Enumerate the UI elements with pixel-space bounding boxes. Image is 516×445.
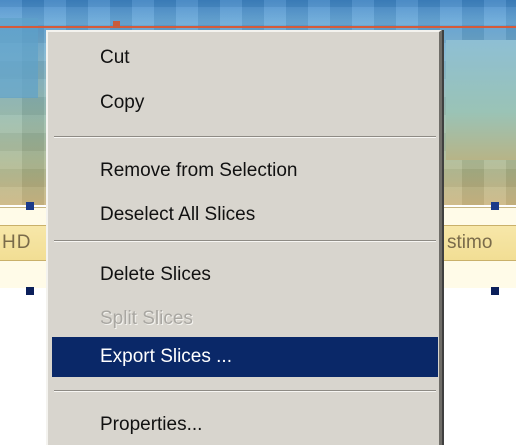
menu-separator bbox=[54, 136, 436, 138]
menu-item-export-slices[interactable]: Export Slices ... bbox=[52, 337, 438, 377]
slice-handle-top-center[interactable] bbox=[113, 21, 120, 28]
menu-separator bbox=[54, 390, 436, 392]
document-canvas: HD stimo Cut Copy Remove from Selection … bbox=[0, 0, 516, 445]
slice-handle-top-left[interactable] bbox=[26, 202, 34, 210]
menu-item-delete-slices[interactable]: Delete Slices bbox=[52, 258, 438, 292]
menu-item-label: Split Slices bbox=[100, 308, 193, 329]
menu-item-label: Deselect All Slices bbox=[100, 204, 256, 225]
menu-item-remove-from-selection[interactable]: Remove from Selection bbox=[52, 154, 438, 188]
band-text-left: HD bbox=[2, 232, 32, 253]
band-text-right: stimo bbox=[447, 232, 493, 253]
menu-item-split-slices[interactable]: Split Slices bbox=[52, 302, 438, 336]
slice-handle-bottom-left[interactable] bbox=[26, 287, 34, 295]
design-right-panel bbox=[446, 40, 516, 160]
menu-item-label: Delete Slices bbox=[100, 264, 211, 285]
context-menu: Cut Copy Remove from Selection Deselect … bbox=[46, 30, 442, 445]
menu-item-cut[interactable]: Cut bbox=[52, 41, 438, 75]
slice-handle-bottom-right[interactable] bbox=[491, 287, 499, 295]
menu-item-label: Copy bbox=[100, 92, 145, 113]
menu-item-copy[interactable]: Copy bbox=[52, 86, 438, 120]
menu-item-label: Properties... bbox=[100, 414, 203, 435]
slice-guide-line bbox=[0, 26, 516, 28]
menu-item-deselect-all-slices[interactable]: Deselect All Slices bbox=[52, 198, 438, 232]
menu-item-label: Cut bbox=[100, 47, 130, 68]
menu-separator bbox=[54, 240, 436, 242]
menu-item-label: Export Slices ... bbox=[100, 346, 232, 367]
design-sky-patch bbox=[0, 18, 38, 98]
slice-handle-top-right[interactable] bbox=[491, 202, 499, 210]
menu-item-label: Remove from Selection bbox=[100, 160, 298, 181]
menu-item-properties[interactable]: Properties... bbox=[52, 408, 438, 442]
